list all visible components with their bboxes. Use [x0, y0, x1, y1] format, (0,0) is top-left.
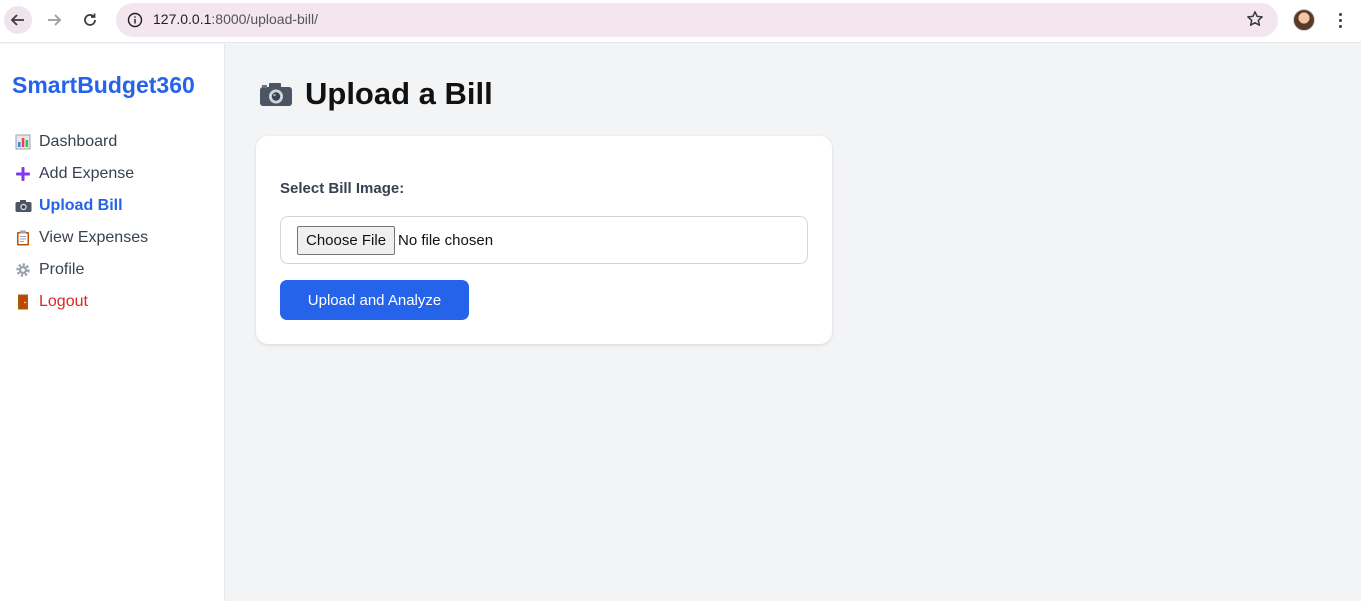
back-button[interactable]	[4, 6, 32, 34]
door-icon	[14, 293, 32, 311]
sidebar-item-add-expense[interactable]: Add Expense	[14, 158, 148, 190]
gear-icon	[14, 261, 32, 279]
address-bar[interactable]: 127.0.0.1:8000/upload-bill/	[116, 3, 1278, 37]
sidebar-item-label: Profile	[39, 261, 85, 278]
sidebar-item-label: View Expenses	[39, 229, 149, 246]
arrow-right-icon	[48, 14, 62, 26]
sidebar-item-logout[interactable]: Logout	[14, 286, 148, 318]
arrow-left-icon	[10, 14, 24, 26]
sidebar-item-upload-bill[interactable]: Upload Bill	[14, 190, 148, 222]
file-input-label: Select Bill Image:	[280, 180, 405, 197]
page-heading: Upload a Bill	[305, 76, 493, 111]
sidebar-item-profile[interactable]: Profile	[14, 254, 148, 286]
camera-icon	[259, 81, 293, 107]
choose-file-button[interactable]: Choose File	[297, 226, 396, 255]
sidebar-item-label: Upload Bill	[39, 197, 123, 214]
sidebar-item-label: Dashboard	[39, 133, 118, 150]
browser-toolbar: 127.0.0.1:8000/upload-bill/	[0, 0, 1361, 43]
sidebar-item-label: Logout	[39, 293, 88, 310]
clipboard-icon	[14, 229, 32, 247]
reload-button[interactable]	[76, 6, 104, 34]
sidebar-item-view-expenses[interactable]: View Expenses	[14, 222, 148, 254]
reload-icon	[84, 13, 96, 26]
sidebar-item-dashboard[interactable]: Dashboard	[14, 126, 148, 158]
bar-chart-icon	[14, 133, 32, 151]
brand-logo-text[interactable]: SmartBudget360	[12, 72, 195, 99]
forward-button[interactable]	[40, 6, 68, 34]
url-host: 127.0.0.1	[153, 11, 212, 27]
sidebar-nav: Dashboard Add Expense Upload Bill View E…	[14, 126, 148, 318]
file-status-text: No file chosen	[398, 232, 494, 249]
page-title: Upload a Bill	[259, 76, 493, 112]
plus-icon	[14, 165, 32, 183]
url-path: :8000/upload-bill/	[211, 11, 319, 27]
file-input[interactable]: Choose File No file chosen	[280, 216, 808, 264]
sidebar: SmartBudget360 Dashboard Add Expense Upl…	[0, 44, 225, 601]
upload-analyze-button[interactable]: Upload and Analyze	[280, 280, 469, 320]
camera-icon	[14, 197, 32, 215]
bookmark-star-icon[interactable]	[1246, 10, 1264, 33]
url-text: 127.0.0.1:8000/upload-bill/	[153, 11, 318, 27]
profile-avatar[interactable]	[1293, 9, 1315, 31]
browser-menu-icon[interactable]	[1330, 9, 1350, 31]
upload-card: Select Bill Image: Choose File No file c…	[256, 136, 832, 344]
site-info-icon[interactable]	[124, 9, 146, 31]
sidebar-item-label: Add Expense	[39, 165, 135, 182]
